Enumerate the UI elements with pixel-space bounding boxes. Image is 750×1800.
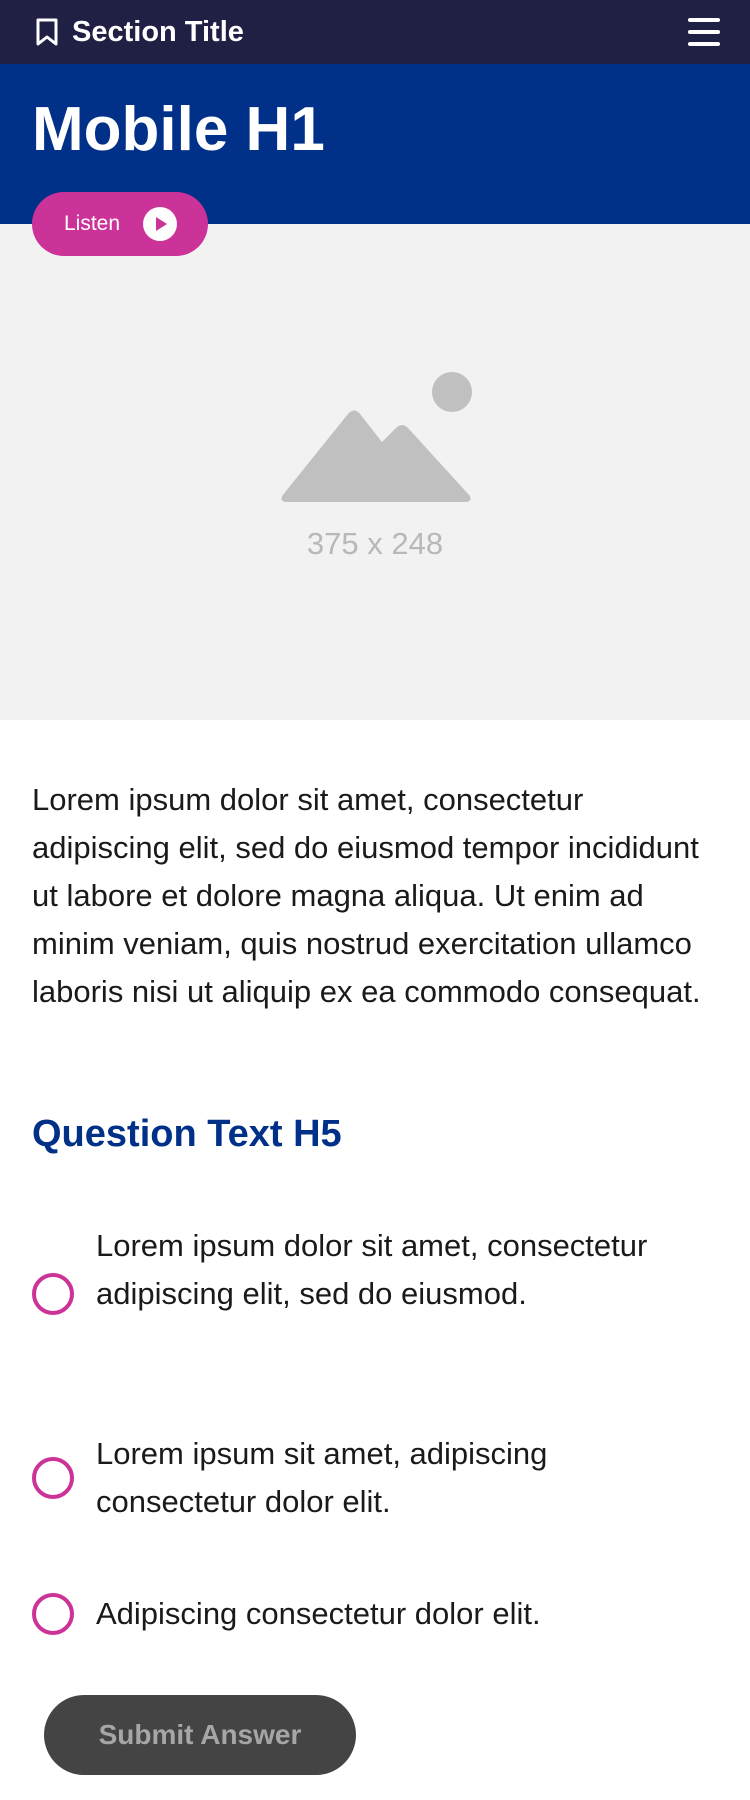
answer-option-3[interactable]: Adipiscing consectetur dolor elit. bbox=[32, 1590, 722, 1638]
image-placeholder: 375 x 248 bbox=[0, 224, 750, 720]
answer-option-2[interactable]: Lorem ipsum sit amet, adipiscing consect… bbox=[32, 1430, 722, 1526]
answer-option-label: Lorem ipsum sit amet, adipiscing consect… bbox=[96, 1436, 548, 1519]
body-paragraph: Lorem ipsum dolor sit amet, consectetur … bbox=[32, 782, 701, 1009]
hamburger-menu-icon[interactable] bbox=[684, 14, 724, 50]
answer-option-label: Lorem ipsum dolor sit amet, consectetur … bbox=[96, 1228, 648, 1311]
radio-button[interactable] bbox=[32, 1593, 74, 1635]
answer-option-1[interactable]: Lorem ipsum dolor sit amet, consectetur … bbox=[32, 1222, 722, 1366]
listen-button-label: Listen bbox=[64, 212, 121, 235]
radio-button[interactable] bbox=[32, 1457, 74, 1499]
play-icon bbox=[143, 207, 177, 241]
page-title: Mobile H1 bbox=[32, 95, 325, 164]
section-title: Section Title bbox=[72, 16, 244, 48]
listen-button[interactable]: Listen bbox=[32, 192, 208, 256]
radio-button[interactable] bbox=[32, 1273, 74, 1315]
question-title: Question Text H5 bbox=[32, 1113, 342, 1155]
image-placeholder-icon bbox=[281, 372, 472, 502]
top-bar: Section Title bbox=[0, 0, 750, 64]
answer-option-label: Adipiscing consectetur dolor elit. bbox=[96, 1596, 541, 1631]
image-size-label: 375 x 248 bbox=[306, 526, 444, 561]
bookmark-icon[interactable] bbox=[34, 17, 60, 47]
submit-answer-button[interactable]: Submit Answer bbox=[44, 1695, 356, 1775]
